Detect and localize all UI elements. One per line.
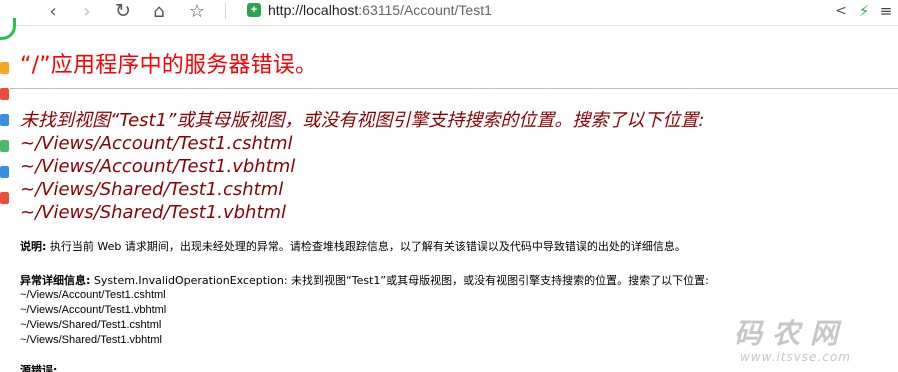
description-line: 说明: 执行当前 Web 请求期间，出现未经处理的异常。请检查堆栈跟踪信息，以了… xyxy=(20,238,686,254)
exception-label: 异常详细信息: xyxy=(20,274,91,287)
speed-bolt-icon[interactable]: ⚡ xyxy=(856,0,872,22)
browser-toolbar: ‹ › ↻ ⌂ ☆ + http://localhost:63115/Accou… xyxy=(0,0,898,26)
exception-text: System.InvalidOperationException: 未找到视图“… xyxy=(90,274,709,287)
source-error-label: 源错误: xyxy=(20,364,58,372)
home-icon[interactable]: ⌂ xyxy=(148,0,170,22)
sidebar-app-icon[interactable] xyxy=(0,62,9,74)
page-title: “/”应用程序中的服务器错误。 xyxy=(20,53,318,78)
url-path: :63115/Account/Test1 xyxy=(358,2,492,18)
searched-path: ~/Views/Shared/Test1.cshtml xyxy=(20,179,284,200)
error-heading: 未找到视图“Test1”或其母版视图，或没有视图引擎支持搜索的位置。搜索了以下位… xyxy=(20,110,705,131)
exception-path: ~/Views/Account/Test1.vbhtml xyxy=(20,304,167,316)
description-label: 说明: xyxy=(20,240,47,253)
sidebar-app-icon[interactable] xyxy=(0,140,9,152)
searched-path: ~/Views/Shared/Test1.vbhtml xyxy=(20,202,287,223)
exception-path: ~/Views/Account/Test1.cshtml xyxy=(20,289,166,301)
url-host: http://localhost xyxy=(268,2,359,18)
watermark-title: 码农网 xyxy=(734,317,849,350)
exception-details-line: 异常详细信息: System.InvalidOperationException… xyxy=(20,272,709,288)
reload-icon[interactable]: ↻ xyxy=(112,0,134,22)
browser-sidebar xyxy=(0,18,16,372)
exception-path: ~/Views/Shared/Test1.cshtml xyxy=(20,319,162,331)
site-watermark: 码农网 www.itsvse.com xyxy=(726,312,886,368)
description-text: 执行当前 Web 请求期间，出现未经处理的异常。请检查堆栈跟踪信息，以了解有关该… xyxy=(46,240,686,253)
sidebar-app-icon[interactable] xyxy=(0,114,9,126)
back-icon[interactable]: ‹ xyxy=(44,0,62,22)
sidebar-app-icon[interactable] xyxy=(0,166,9,178)
bookmark-star-icon[interactable]: ☆ xyxy=(186,0,208,22)
sidebar-app-icon[interactable] xyxy=(0,192,9,204)
menu-icon[interactable]: ≡ xyxy=(878,0,894,22)
browser-logo-icon xyxy=(0,18,16,40)
watermark-url: www.itsvse.com xyxy=(740,350,851,364)
searched-paths-list: ~/Views/Account/Test1.cshtml ~/Views/Acc… xyxy=(20,132,295,224)
toolbar-divider xyxy=(225,3,226,19)
searched-path: ~/Views/Account/Test1.cshtml xyxy=(20,133,293,154)
title-divider xyxy=(10,88,898,89)
exception-path: ~/Views/Shared/Test1.vbhtml xyxy=(20,334,162,346)
sidebar-app-icon[interactable] xyxy=(0,88,9,100)
share-icon[interactable]: < xyxy=(832,0,850,22)
address-bar[interactable]: http://localhost:63115/Account/Test1 xyxy=(268,2,492,18)
site-secure-icon[interactable]: + xyxy=(247,3,261,17)
exception-paths-list: ~/Views/Account/Test1.cshtml ~/Views/Acc… xyxy=(20,288,166,348)
searched-path: ~/Views/Account/Test1.vbhtml xyxy=(20,156,296,177)
forward-icon[interactable]: › xyxy=(78,0,96,22)
